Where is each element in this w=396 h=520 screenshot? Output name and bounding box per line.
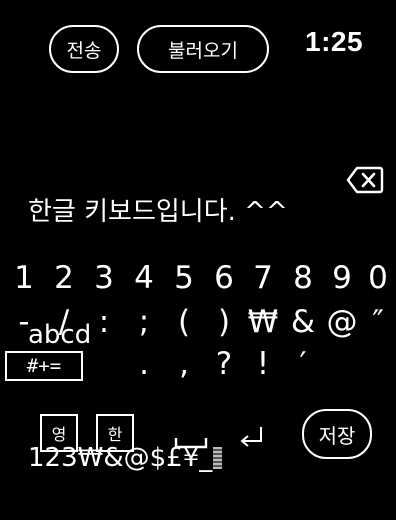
korean-mode-key[interactable]: 한 <box>96 414 134 452</box>
backspace-icon[interactable] <box>346 166 384 194</box>
key-exclamation[interactable]: ! <box>245 344 281 384</box>
key-hyphen[interactable]: - <box>6 302 42 342</box>
space-icon[interactable] <box>174 434 208 450</box>
key-at[interactable]: @ <box>324 302 360 342</box>
symbol-row-2: . , ? ! ′ <box>0 344 396 384</box>
key-5[interactable]: 5 <box>166 258 202 298</box>
key-1[interactable]: 1 <box>6 258 42 298</box>
key-2[interactable]: 2 <box>46 258 82 298</box>
key-colon[interactable]: : <box>86 302 122 342</box>
key-7[interactable]: 7 <box>245 258 281 298</box>
return-icon[interactable] <box>238 424 266 450</box>
key-semicolon[interactable]: ; <box>126 302 162 342</box>
key-9[interactable]: 9 <box>324 258 360 298</box>
save-button[interactable]: 저장 <box>302 409 372 459</box>
key-won[interactable]: ₩ <box>245 302 281 342</box>
key-slash[interactable]: / <box>46 302 82 342</box>
english-mode-key[interactable]: 영 <box>40 414 78 452</box>
symbol-row-1: - / : ; ( ) ₩ & @ ″ <box>0 302 396 342</box>
key-period[interactable]: . <box>126 344 162 384</box>
digit-row: 1 2 3 4 5 6 7 8 9 0 <box>0 258 396 298</box>
load-button[interactable]: 불러오기 <box>137 25 269 73</box>
key-question[interactable]: ? <box>206 344 242 384</box>
key-apostrophe[interactable]: ′ <box>285 344 321 384</box>
key-ampersand[interactable]: & <box>285 302 321 342</box>
clock: 1:25 <box>305 26 364 57</box>
key-0[interactable]: 0 <box>360 258 396 298</box>
key-3[interactable]: 3 <box>86 258 122 298</box>
key-comma[interactable]: , <box>166 344 202 384</box>
key-4[interactable]: 4 <box>126 258 162 298</box>
text-cursor <box>213 447 223 469</box>
key-6[interactable]: 6 <box>206 258 242 298</box>
text-line: 한글 키보드입니다. ^^ <box>28 197 288 227</box>
key-8[interactable]: 8 <box>285 258 321 298</box>
key-right-paren[interactable]: ) <box>206 302 242 342</box>
send-button[interactable]: 전송 <box>49 25 119 73</box>
key-left-paren[interactable]: ( <box>166 302 202 342</box>
key-double-quote[interactable]: ″ <box>360 302 396 342</box>
